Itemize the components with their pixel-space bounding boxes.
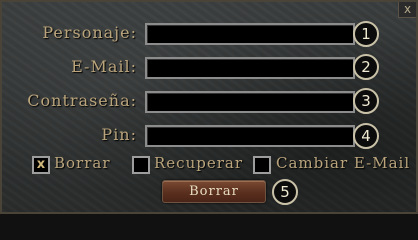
borrar-option-label: Borrar: [54, 154, 111, 172]
close-button[interactable]: x: [398, 2, 416, 18]
account-dialog: x Personaje: 1 E-Mail: 2 Contraseña: 3 P…: [0, 0, 418, 214]
checkmark-icon: x: [36, 157, 46, 172]
step-badge-3: 3: [353, 88, 379, 114]
email-input[interactable]: [145, 57, 355, 79]
step-badge-4: 4: [353, 123, 379, 149]
borrar-button[interactable]: Borrar: [162, 180, 266, 203]
close-icon: x: [403, 2, 412, 16]
recuperar-option-label: Recuperar: [154, 154, 243, 172]
character-label: Personaje:: [42, 23, 137, 42]
cambiar-email-option-label: Cambiar E-Mail: [276, 154, 411, 172]
borrar-checkbox[interactable]: x: [32, 156, 50, 174]
pin-label: Pin:: [101, 125, 137, 144]
step-badge-2: 2: [353, 54, 379, 80]
email-label: E-Mail:: [71, 57, 137, 76]
character-input[interactable]: [145, 23, 355, 45]
step-badge-5: 5: [272, 179, 298, 205]
step-badge-1: 1: [353, 21, 379, 47]
cambiar-email-checkbox[interactable]: [253, 156, 271, 174]
recuperar-checkbox[interactable]: [132, 156, 150, 174]
password-label: Contraseña:: [27, 91, 137, 110]
pin-input[interactable]: [145, 125, 355, 147]
password-input[interactable]: [145, 91, 355, 113]
